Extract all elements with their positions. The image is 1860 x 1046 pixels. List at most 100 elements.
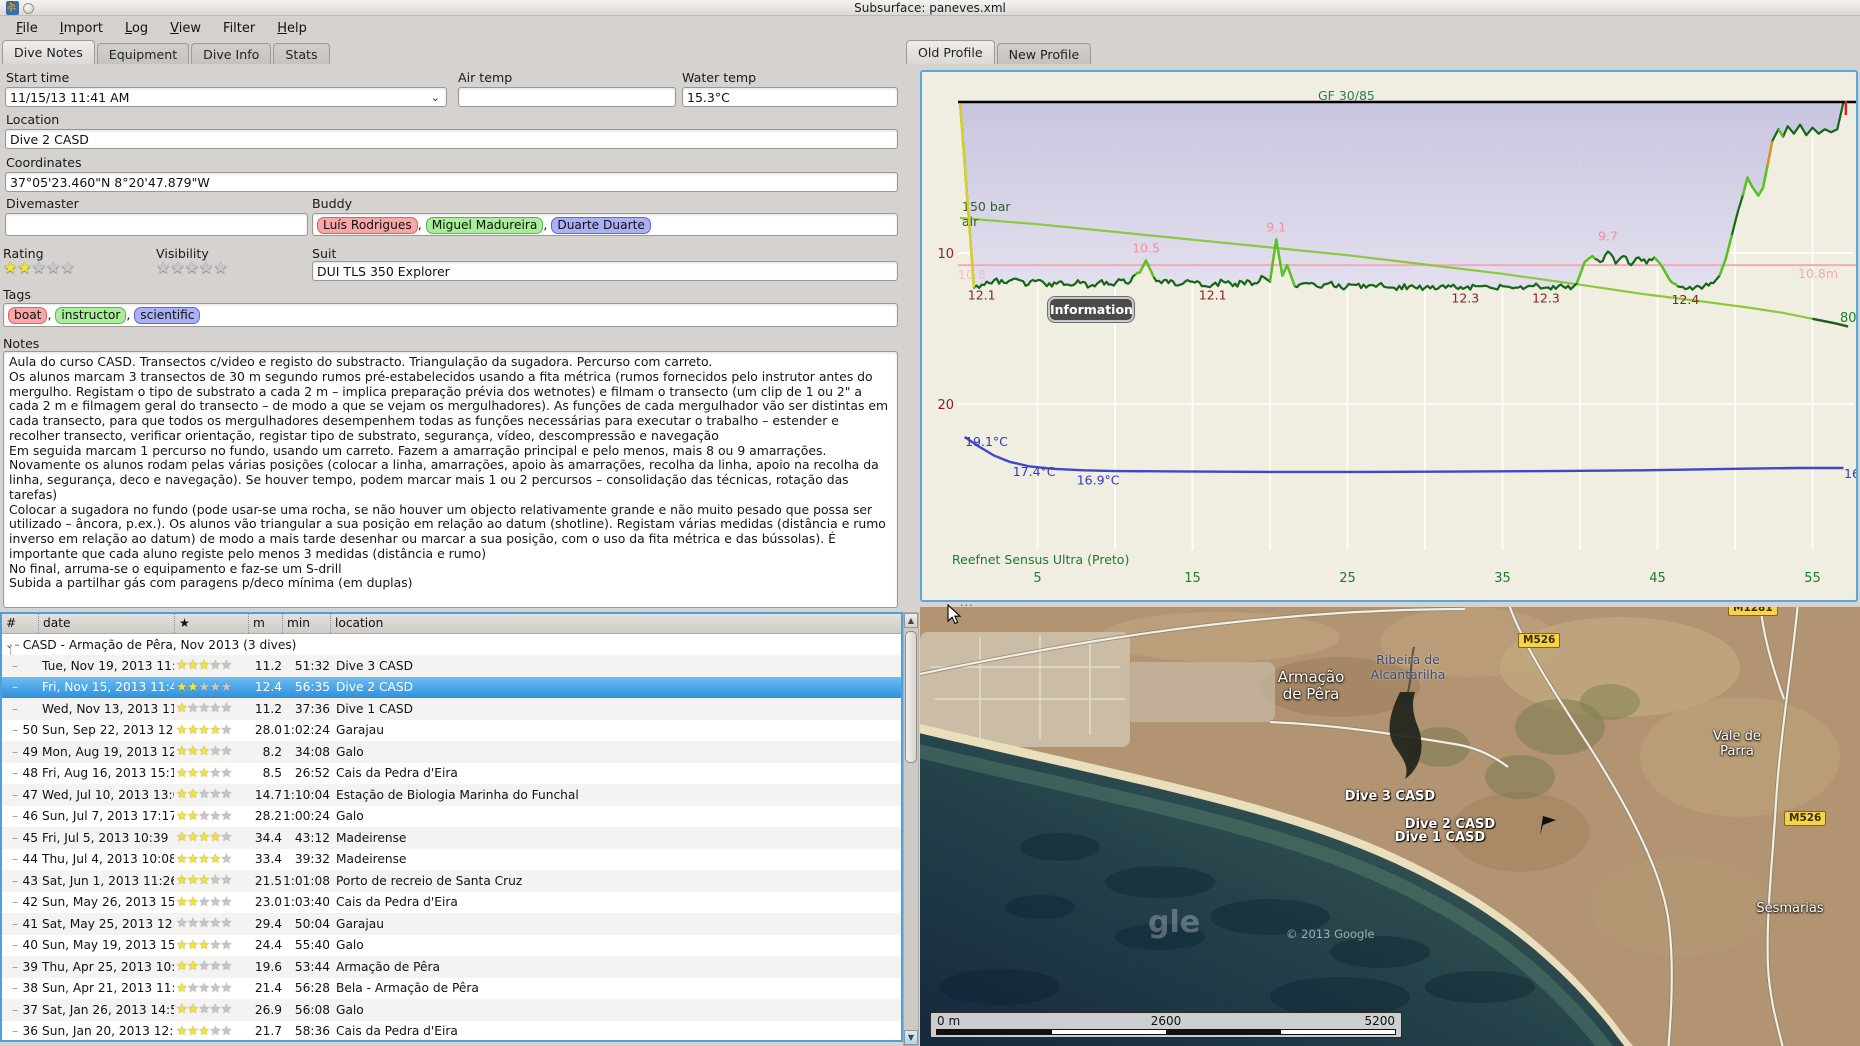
- column-header-0[interactable]: #: [2, 614, 38, 633]
- dive-row[interactable]: –39 Thu, Apr 25, 2013 10:28★★★★★ 19.6 53:44…: [2, 956, 901, 978]
- date-cell: Thu, Apr 25, 2013 10:28: [42, 959, 174, 974]
- dive-row[interactable]: –47 Wed, Jul 10, 2013 13:09 ★★★★★ 14.7 1:10:…: [2, 784, 901, 806]
- location-input[interactable]: Dive 2 CASD: [5, 129, 898, 149]
- tab-dive-notes[interactable]: Dive Notes: [2, 40, 95, 64]
- star-icon[interactable]: ★: [60, 259, 74, 277]
- column-header-1[interactable]: date: [38, 614, 174, 633]
- buddy-field[interactable]: Luís Rodrigues, Miguel Madureira, Duarte…: [312, 213, 898, 236]
- star-icon[interactable]: ★: [170, 259, 184, 277]
- menu-view[interactable]: View: [160, 19, 211, 38]
- date-cell: Sat, Jan 26, 2013 14:58: [42, 1002, 174, 1017]
- pill-duarte-duarte[interactable]: Duarte Duarte: [551, 217, 651, 234]
- air-temp-input[interactable]: [458, 87, 676, 107]
- depth-cell: 8.2: [262, 744, 282, 759]
- dive-list-body[interactable]: ⌄– CASD - Armação de Pêra, Nov 2013 (3 d…: [2, 634, 901, 1040]
- dive-row[interactable]: –41 Sat, May 25, 2013 12:19★★★★★ 29.4 50:04…: [2, 913, 901, 935]
- loc-cell: Estação de Biologia Marinha do Funchal: [336, 787, 579, 802]
- num-cell: 49: [22, 744, 38, 759]
- map-label-river: Ribeira de Alcantarilha: [1370, 652, 1446, 682]
- date-cell: Tue, Nov 19, 2013 11:39: [42, 658, 174, 673]
- tree-branch: –: [12, 744, 19, 759]
- dive-row[interactable]: –43 Sat, Jun 1, 2013 11:26 ★★★★★ 21.5 1:01:0…: [2, 870, 901, 892]
- pill-scientific[interactable]: scientific: [134, 307, 201, 324]
- tab-equipment[interactable]: Equipment: [96, 43, 190, 64]
- scrollbar-thumb[interactable]: [905, 631, 917, 763]
- dive-row[interactable]: –46 Sun, Jul 7, 2013 17:17 ★★★★★ 28.2 1:00:2…: [2, 805, 901, 827]
- dur-cell: 39:32: [294, 852, 330, 867]
- tags-field[interactable]: boat, instructor, scientific: [3, 303, 898, 327]
- dive-row[interactable]: –37 Sat, Jan 26, 2013 14:58 ★★★★★ 26.9 56:08…: [2, 999, 901, 1021]
- visibility-stars[interactable]: ★ ★ ★ ★ ★: [156, 259, 228, 277]
- dive-list-scrollbar[interactable]: ▲ ▼: [903, 612, 919, 1046]
- notes-input[interactable]: Aula do curso CASD. Transectos c/video e…: [3, 351, 898, 608]
- dive-row[interactable]: –49 Mon, Aug 19, 2013 12:06★★★★★ 8.2 34:08 G…: [2, 741, 901, 763]
- splitter-handle[interactable]: ···: [960, 599, 974, 612]
- dive-row[interactable]: –44 Thu, Jul 4, 2013 10:08 ★★★★★ 33.4 39:32 M…: [2, 848, 901, 870]
- water-temp-input[interactable]: 15.3°C: [682, 87, 898, 107]
- dive-row[interactable]: –38 Sun, Apr 21, 2013 11:28★★★★★ 21.4 56:28…: [2, 977, 901, 999]
- trip-group-row[interactable]: ⌄– CASD - Armação de Pêra, Nov 2013 (3 d…: [2, 634, 901, 655]
- dive-profile-panel: 10.8 10.8m 150 bar air 80 19.1°C 17.4°C 16.9°C 1…: [920, 70, 1858, 602]
- dive-row[interactable]: –42 Sun, May 26, 2013 15:40★★★★★ 23.01:03:…: [2, 891, 901, 913]
- dur-cell: 43:12: [294, 830, 330, 845]
- menu-log[interactable]: Log: [115, 19, 158, 38]
- dive-row[interactable]: – Tue, Nov 19, 2013 11:39★★★★★ 11.2 51:32 Di…: [2, 655, 901, 677]
- window-titlebar[interactable]: ⛹ Subsurface: paneves.xml: [0, 0, 1860, 16]
- pill-boat[interactable]: boat: [8, 307, 48, 324]
- dive-row[interactable]: –36 Sun, Jan 20, 2013 12:33★★★★★ 21.7 58:36…: [2, 1020, 901, 1040]
- column-header-2[interactable]: ★: [174, 614, 248, 633]
- expander-icon[interactable]: ⌄–: [5, 638, 20, 651]
- pill-instructor[interactable]: instructor: [55, 307, 127, 324]
- star-icon[interactable]: ★: [17, 259, 31, 277]
- menu-filter[interactable]: Filter: [213, 19, 265, 38]
- menu-import[interactable]: Import: [50, 19, 113, 38]
- scroll-up-button[interactable]: ▲: [904, 613, 918, 628]
- column-header-5[interactable]: location: [330, 614, 901, 633]
- menu-file[interactable]: File: [6, 19, 48, 38]
- date-cell: Sat, May 25, 2013 12:19: [42, 916, 174, 931]
- star-icon[interactable]: ★: [46, 259, 60, 277]
- star-icon[interactable]: ★: [3, 259, 17, 277]
- scroll-down-button[interactable]: ▼: [904, 1030, 918, 1045]
- pill-lu-s-rodrigues[interactable]: Luís Rodrigues: [317, 217, 418, 234]
- date-cell: Sat, Jun 1, 2013 11:26: [42, 873, 174, 888]
- pill-miguel-madureira[interactable]: Miguel Madureira: [425, 217, 544, 234]
- menu-help[interactable]: Help: [267, 19, 317, 38]
- column-header-3[interactable]: m: [248, 614, 282, 633]
- star-icon[interactable]: ★: [199, 259, 213, 277]
- tab-dive-info[interactable]: Dive Info: [191, 43, 272, 64]
- star-icon[interactable]: ★: [213, 259, 227, 277]
- star-icon[interactable]: ★: [156, 259, 170, 277]
- dive-row[interactable]: –40 Sun, May 19, 2013 15:53★★★★★ 24.4 55:40…: [2, 934, 901, 956]
- suit-input[interactable]: DUI TLS 350 Explorer: [312, 261, 898, 281]
- tab-stats[interactable]: Stats: [273, 43, 330, 64]
- map-view[interactable]: Armação de Pêra Ribeira de Alcantarilha Va…: [920, 607, 1860, 1046]
- dive-row[interactable]: – Wed, Nov 13, 2013 11:06★★★★★ 11.2 37:36 Di…: [2, 698, 901, 720]
- column-header-4[interactable]: min: [282, 614, 330, 633]
- num-cell: 50: [22, 723, 38, 738]
- coordinates-input[interactable]: 37°05'23.460"N 8°20'47.879"W: [5, 172, 898, 192]
- svg-text:17.4°C: 17.4°C: [1013, 464, 1056, 479]
- dive-list[interactable]: # date ★ m min location ⌄– CASD - Armação de …: [0, 612, 903, 1042]
- depth-cell: 33.4: [254, 852, 282, 867]
- dive-row[interactable]: –45 Fri, Jul 5, 2013 10:39 ★★★★★ 34.4 43:12 M…: [2, 827, 901, 849]
- left-tab-bar[interactable]: Dive Notes Equipment Dive Info Stats: [2, 40, 332, 64]
- menu-bar[interactable]: File Import Log View Filter Help: [0, 16, 1860, 40]
- tab-old-profile[interactable]: Old Profile: [906, 40, 995, 64]
- rating-stars[interactable]: ★ ★ ★ ★ ★: [3, 259, 75, 277]
- loc-cell: Cais da Pedra d'Eira: [336, 766, 458, 781]
- start-time-input[interactable]: 11/15/13 11:41 AM ⌄: [5, 87, 447, 107]
- right-tab-bar[interactable]: Old Profile New Profile: [906, 40, 1093, 64]
- dive-list-header[interactable]: # date ★ m min location: [2, 614, 901, 634]
- star-icon[interactable]: ★: [185, 259, 199, 277]
- tree-branch: –: [12, 787, 19, 802]
- dive-row[interactable]: –48 Fri, Aug 16, 2013 15:11 ★★★★★ 8.5 26:52 C…: [2, 762, 901, 784]
- num-cell: 42: [22, 895, 38, 910]
- tab-new-profile[interactable]: New Profile: [996, 43, 1092, 64]
- dive-row[interactable]: – Fri, Nov 15, 2013 11:41 ★★★★★ 12.4 56:35 Di…: [2, 676, 901, 698]
- information-button[interactable]: Information: [1047, 296, 1135, 323]
- star-icon[interactable]: ★: [32, 259, 46, 277]
- dive-row[interactable]: –50 Sun, Sep 22, 2013 12:59★★★★★ 28.01:02:…: [2, 719, 901, 741]
- divemaster-input[interactable]: [5, 213, 308, 236]
- chevron-down-icon[interactable]: ⌄: [431, 89, 440, 106]
